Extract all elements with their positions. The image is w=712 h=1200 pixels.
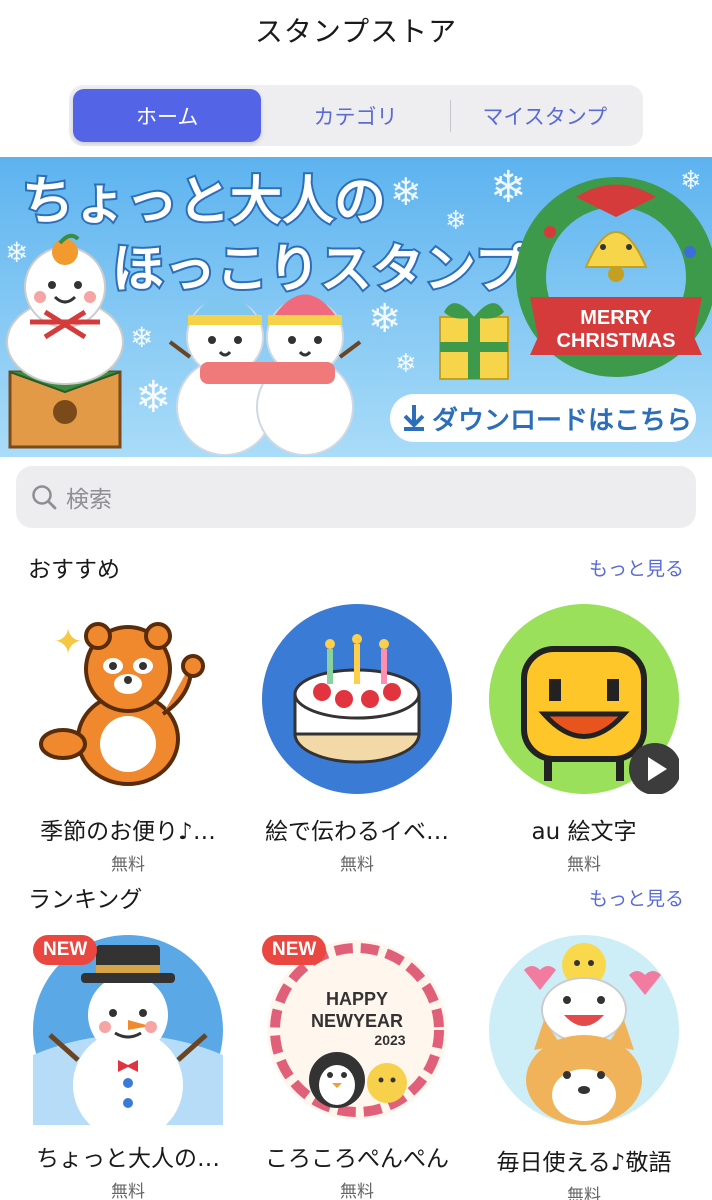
svg-text:❄: ❄ <box>395 349 417 379</box>
svg-text:❄: ❄ <box>680 166 702 196</box>
art-text-1: HAPPY <box>326 989 388 1009</box>
ranking-header: ランキング もっと見る <box>28 880 684 914</box>
banner-illustration: ❄ ❄ ❄ ❄ ❄ ❄ ❄ ❄ ❄ ちょっと大人の ほっこりスタンプ MERRY… <box>0 157 712 457</box>
sticker-card[interactable]: NEW ちょっと大人の… 無料 <box>28 935 228 1200</box>
search-bar[interactable]: 検索 <box>16 466 696 528</box>
sticker-thumbnail <box>489 935 679 1125</box>
sticker-name: 絵で伝わるイベ… <box>265 819 449 845</box>
new-badge: NEW <box>33 935 98 965</box>
svg-text:❄: ❄ <box>490 162 527 213</box>
art-text-3: 2023 <box>374 1032 405 1048</box>
svg-text:❄: ❄ <box>5 236 28 269</box>
svg-text:❄: ❄ <box>445 206 467 236</box>
sticker-thumbnail-wrap: HAPPY NEWYEAR 2023 NEW <box>262 935 452 1125</box>
sticker-price: 無料 <box>567 1186 601 1200</box>
tab-my-stamps[interactable]: マイスタンプ <box>451 89 639 142</box>
sticker-thumbnail <box>489 604 681 795</box>
sticker-name: ちょっと大人の… <box>36 1146 220 1172</box>
tab-home[interactable]: ホーム <box>73 89 262 142</box>
section-title-ranking: ランキング <box>28 887 143 913</box>
new-badge: NEW <box>262 935 327 965</box>
svg-text:❄: ❄ <box>130 321 153 354</box>
download-label: ダウンロードはこちら <box>432 405 692 436</box>
sticker-price: 無料 <box>340 855 374 875</box>
more-link-recommended[interactable]: もっと見る <box>589 554 684 581</box>
sticker-card[interactable]: HAPPY NEWYEAR 2023 NEW ころころぺんぺん 無料 <box>257 935 457 1200</box>
sticker-card[interactable]: 絵で伝わるイベ… 無料 <box>257 604 457 875</box>
banner-headline-2: ほっこりスタンプ <box>112 240 526 300</box>
sticker-name: 季節のお便り♪… <box>40 819 216 845</box>
wreath-text-2: CHRISTMAS <box>557 330 676 352</box>
sticker-price: 無料 <box>340 1182 374 1200</box>
sticker-thumbnail-wrap: NEW <box>33 935 223 1140</box>
sticker-price: 無料 <box>111 1182 145 1200</box>
section-title-recommended: おすすめ <box>28 557 120 583</box>
search-input[interactable]: 検索 <box>66 480 112 514</box>
recommended-header: おすすめ もっと見る <box>28 550 684 584</box>
segmented-control: ホーム カテゴリ マイスタンプ <box>69 85 643 146</box>
sticker-card[interactable]: au 絵文字 無料 <box>484 604 684 875</box>
sticker-card[interactable]: 毎日使える♪敬語 無料 <box>484 935 684 1200</box>
promo-banner[interactable]: ❄ ❄ ❄ ❄ ❄ ❄ ❄ ❄ ❄ ちょっと大人の ほっこりスタンプ MERRY… <box>0 157 712 457</box>
download-button[interactable]: ダウンロードはこちら <box>390 394 696 442</box>
sticker-thumbnail <box>262 604 452 794</box>
sticker-thumbnail: ✦ <box>39 622 205 786</box>
more-link-ranking[interactable]: もっと見る <box>589 884 684 911</box>
page-title: スタンプストア <box>254 15 458 48</box>
sticker-name: 毎日使える♪敬語 <box>496 1150 672 1176</box>
banner-headline-1: ちょっと大人の <box>22 172 386 232</box>
svg-text:✦: ✦ <box>53 622 83 663</box>
sticker-price: 無料 <box>111 855 145 875</box>
sticker-card[interactable]: ✦ 季節のお便り♪… 無料 <box>28 604 228 875</box>
sticker-name: ころころぺんぺん <box>265 1146 449 1172</box>
svg-text:❄: ❄ <box>368 296 402 342</box>
svg-text:❄: ❄ <box>135 372 172 423</box>
wreath-text-1: MERRY <box>580 307 652 329</box>
tab-category[interactable]: カテゴリ <box>261 89 449 142</box>
sticker-name: au 絵文字 <box>531 819 637 845</box>
search-icon <box>32 485 57 510</box>
sticker-price: 無料 <box>567 855 601 875</box>
svg-text:❄: ❄ <box>390 170 422 214</box>
art-text-2: NEWYEAR <box>311 1011 403 1031</box>
